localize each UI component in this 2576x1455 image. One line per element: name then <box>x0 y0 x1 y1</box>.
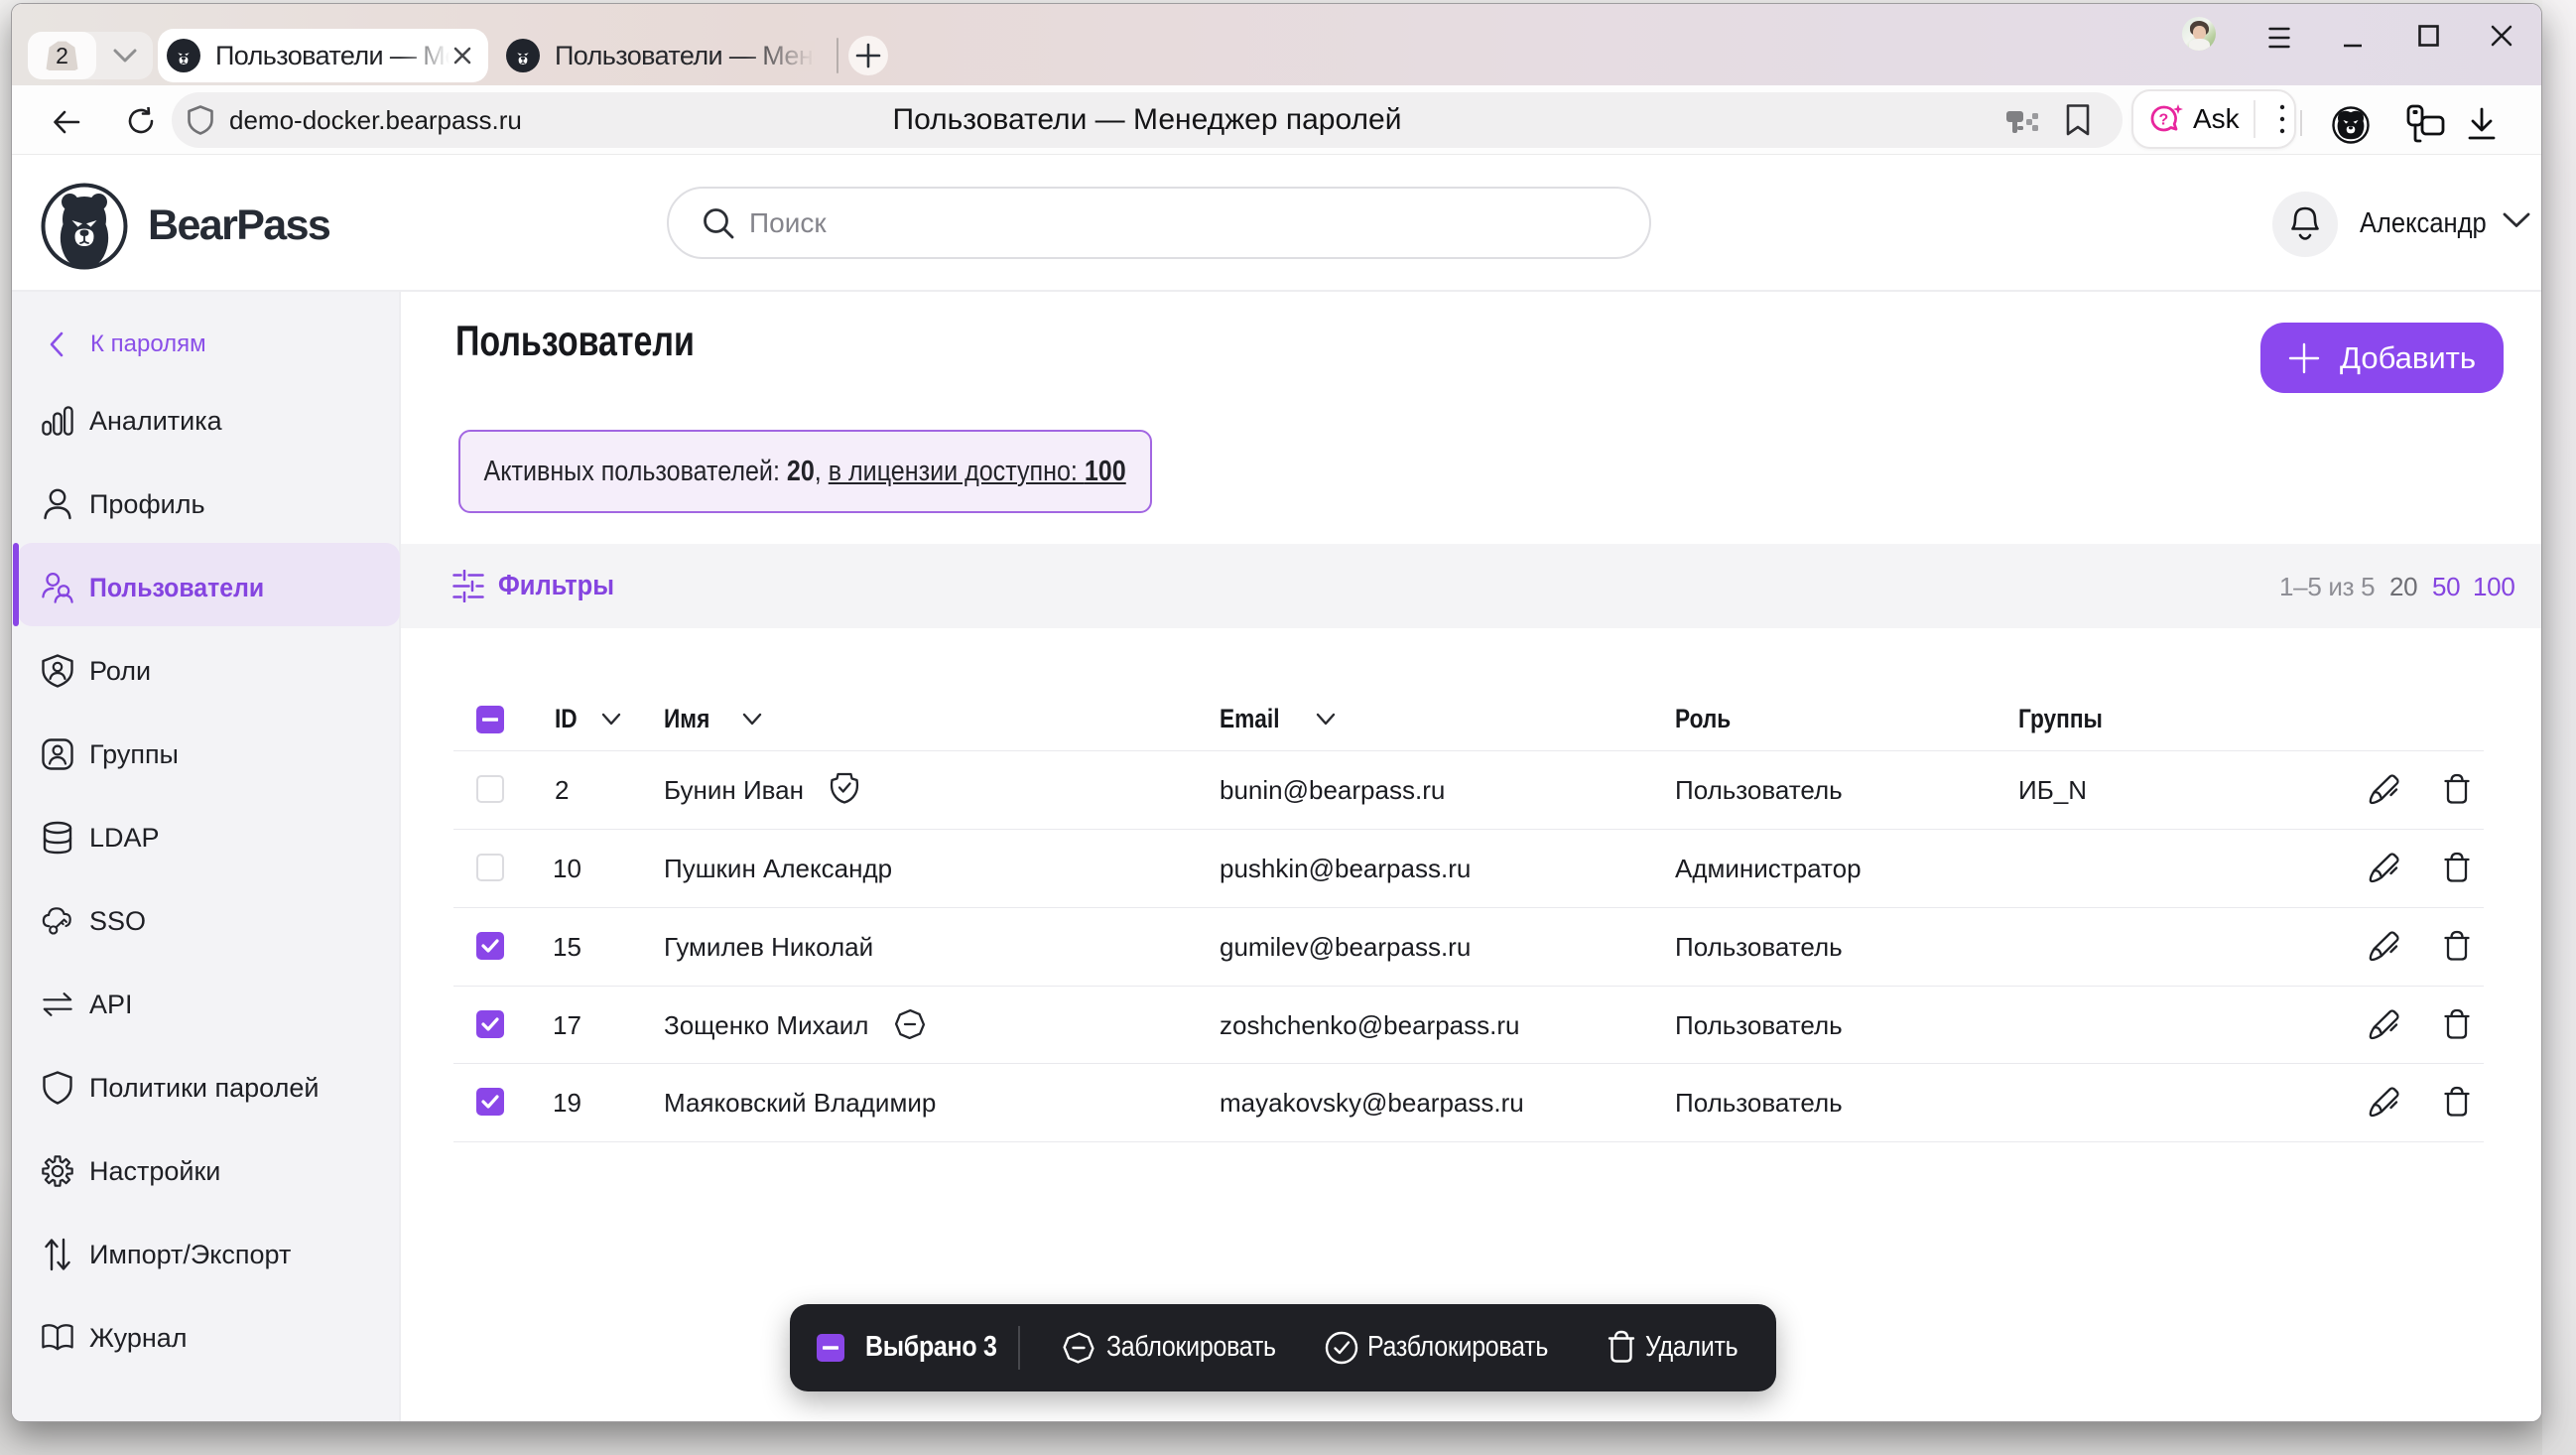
svg-text:?: ? <box>2159 112 2169 129</box>
